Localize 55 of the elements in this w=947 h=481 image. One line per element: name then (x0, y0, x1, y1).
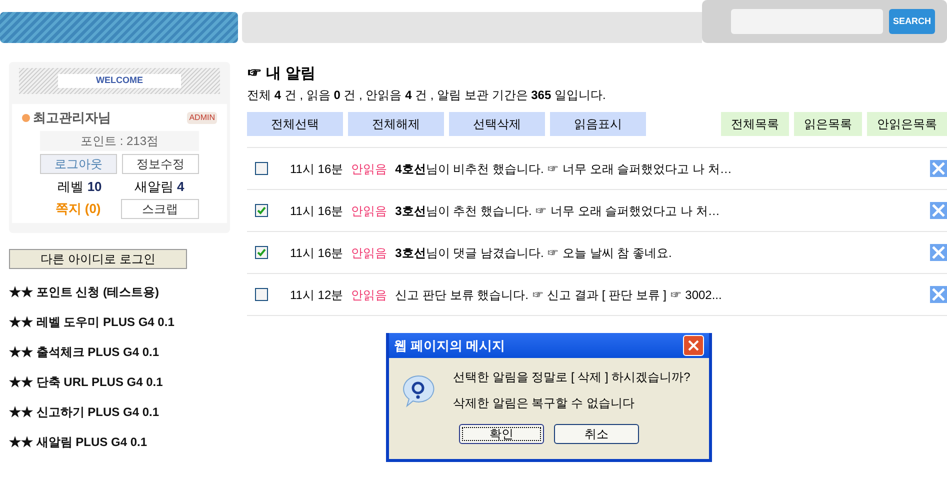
delete-icon[interactable] (930, 286, 947, 303)
welcome-label: WELCOME (58, 74, 181, 88)
checkbox[interactable] (255, 204, 268, 217)
close-button[interactable] (683, 335, 704, 356)
filter-button[interactable]: 읽은목록 (794, 112, 862, 136)
dialog-message: 삭제한 알림은 복구할 수 없습니다 (453, 395, 636, 412)
flower-icon (22, 114, 30, 122)
question-icon (401, 374, 435, 408)
scrap-button[interactable]: 스크랩 (121, 199, 199, 219)
admin-label: ADMIN (187, 112, 217, 124)
dialog-button[interactable]: 취소 (554, 424, 639, 444)
alert-message[interactable]: 4호선님이 비추천 했습니다. ☞ 너무 오래 슬퍼했었다고 나 처… (395, 160, 732, 178)
filter-button[interactable]: 전체목록 (721, 112, 789, 136)
side-link[interactable]: ★★ 단축 URL PLUS G4 0.1 (9, 367, 230, 397)
alert-time: 11시 16분 (290, 160, 344, 178)
alert-message[interactable]: 신고 판단 보류 했습니다. ☞ 신고 결과 [ 판단 보류 ] ☞ 3002... (395, 286, 722, 304)
alert-message[interactable]: 3호선님이 추천 했습니다. ☞ 너무 오래 슬퍼했었다고 나 처… (395, 202, 720, 220)
page-title: ☞ 내 알림 (247, 64, 316, 84)
dialog-button[interactable]: 확인 (459, 424, 544, 444)
alert-status: 안읽음 (351, 202, 388, 220)
logout-button[interactable]: 로그아웃 (40, 154, 117, 174)
side-link[interactable]: ★★ 레벨 도우미 PLUS G4 0.1 (9, 307, 230, 337)
summary-text: 전체 4 건 , 읽음 0 건 , 안읽음 4 건 , 알림 보관 기간은 365 일입니다. (247, 87, 607, 104)
level-text: 레벨 10 (56, 178, 103, 196)
alert-status: 안읽음 (351, 160, 388, 178)
other-login-button[interactable]: 다른 아이디로 로그인 (9, 249, 187, 269)
search-field[interactable] (731, 9, 883, 34)
alerts-count-text: 새알림 4 (133, 178, 186, 196)
filter-button[interactable]: 안읽은목록 (867, 112, 947, 136)
dialog-title: 웹 페이지의 메시지 (394, 336, 506, 355)
delete-icon[interactable] (930, 160, 947, 177)
alert-message[interactable]: 3호선님이 댓글 남겼습니다. ☞ 오늘 날씨 참 좋네요. (395, 244, 672, 262)
action-button[interactable]: 읽음표시 (550, 112, 646, 136)
action-button[interactable]: 선택삭제 (449, 112, 545, 136)
checkbox[interactable] (255, 246, 268, 259)
side-link[interactable]: ★★ 새알림 PLUS G4 0.1 (9, 427, 230, 457)
alert-time: 11시 16분 (290, 244, 344, 262)
action-button[interactable]: 전체해제 (348, 112, 444, 136)
alert-status: 안읽음 (351, 244, 388, 262)
checkbox[interactable] (255, 162, 268, 175)
alert-status: 안읽음 (351, 286, 388, 304)
alert-time: 11시 12분 (290, 286, 344, 304)
side-link[interactable]: ★★ 신고하기 PLUS G4 0.1 (9, 397, 230, 427)
points-text: 포인트 : 213점 (40, 130, 199, 150)
close-icon (688, 340, 699, 351)
checkbox[interactable] (255, 288, 268, 301)
side-link[interactable]: ★★ 출석체크 PLUS G4 0.1 (9, 337, 230, 367)
delete-icon[interactable] (930, 244, 947, 261)
edit-profile-button[interactable]: 정보수정 (122, 154, 199, 174)
side-link[interactable]: ★★ 포인트 신청 (테스트용) (9, 277, 230, 307)
user-name: 최고관리자님 (33, 109, 111, 127)
action-button[interactable]: 전체선택 (247, 112, 343, 136)
alert-time: 11시 16분 (290, 202, 344, 220)
dialog-message: 선택한 알림을 정말로 [ 삭제 ] 하시겠습니까? (453, 369, 690, 386)
delete-icon[interactable] (930, 202, 947, 219)
